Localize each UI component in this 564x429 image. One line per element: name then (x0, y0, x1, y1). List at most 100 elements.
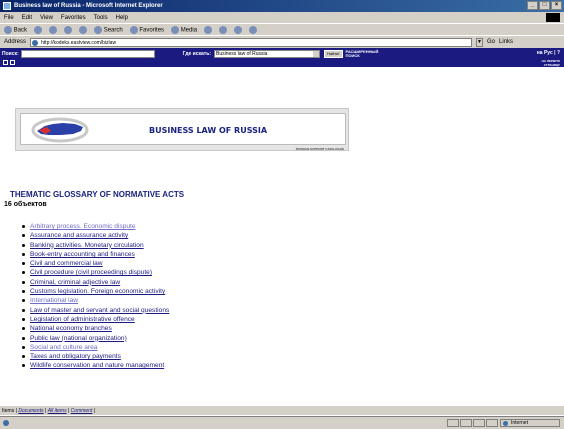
bullet-icon (22, 299, 25, 303)
bullet-icon (22, 243, 25, 247)
topic-link[interactable]: Taxes and obligatory payments (30, 353, 121, 360)
address-dropdown-button[interactable]: ▼ (476, 37, 484, 47)
mail-icon[interactable] (219, 25, 228, 34)
topic-link[interactable]: Wildlife conservation and nature managem… (30, 362, 164, 369)
search-where-value: Business law of Russia (216, 50, 268, 57)
language-and-help: на Рус | ? (536, 50, 560, 56)
bullet-icon (22, 317, 25, 321)
topic-link[interactable]: Arbitrary process. Economic dispute (30, 223, 136, 230)
list-item: Public law (national organization) (22, 334, 169, 343)
menu-bar: File Edit View Favorites Tools Help (0, 12, 564, 23)
print-icon[interactable] (234, 25, 243, 34)
window-controls: _ □ × (527, 1, 562, 10)
sitemap-icon[interactable] (10, 60, 15, 65)
back-label: Back (13, 27, 28, 34)
favorites-button[interactable]: Favorites (129, 25, 165, 34)
menu-edit[interactable]: Edit (22, 15, 32, 21)
list-item: Arbitrary process. Economic dispute (22, 222, 169, 231)
mail-icon[interactable] (3, 60, 8, 65)
site-banner: BUSINESS LAW OF RUSSIA RUSSIAN SUPPORT C… (15, 108, 349, 151)
page-icon (32, 39, 39, 46)
page-status-icon (3, 420, 9, 426)
back-arrow-icon (4, 25, 12, 34)
favorites-label: Favorites (139, 27, 165, 34)
media-label: Media (180, 27, 198, 34)
page-title: THEMATIC GLOSSARY OF NORMATIVE ACTS (10, 190, 185, 199)
site-search-input[interactable] (20, 49, 155, 58)
menu-help[interactable]: Help (116, 15, 128, 21)
topic-link[interactable]: Customs legislation. Foreign economic ac… (30, 288, 165, 295)
address-input[interactable]: http://kodeks.eastview.com/bizlaw (30, 37, 473, 47)
topic-link[interactable]: International law (30, 297, 78, 304)
list-item: International law (22, 296, 169, 305)
advanced-search-link[interactable]: РАСШИРЕННЫЙ ПОИСК (346, 49, 386, 58)
bullet-icon (22, 225, 25, 228)
bullet-icon (22, 308, 25, 312)
list-item: National economy branches (22, 324, 169, 333)
menu-tools[interactable]: Tools (94, 15, 108, 21)
links-button[interactable]: Links (499, 39, 513, 45)
footer-prefix: Items | (2, 408, 17, 414)
search-where-label: Где искать: (182, 50, 211, 57)
refresh-icon[interactable] (64, 25, 73, 34)
language-link[interactable]: на Рус (537, 50, 553, 56)
bullet-icon (22, 364, 25, 368)
page-footer: Items | Documents | All items | Comment … (0, 405, 564, 415)
topic-link[interactable]: Book-entry accounting and finances (30, 251, 135, 258)
list-item: Assurance and assurance activity (22, 231, 169, 240)
topic-link[interactable]: Assurance and assurance activity (30, 232, 128, 239)
media-button[interactable]: Media (171, 25, 198, 34)
status-panel (447, 419, 459, 427)
topic-link[interactable]: Social and culture area (30, 344, 97, 351)
topic-link[interactable]: Legislation of administrative offence (30, 316, 135, 323)
bullet-icon (22, 355, 25, 359)
list-item: Criminal, criminal adjective law (22, 278, 169, 287)
minimize-button[interactable]: _ (527, 1, 538, 10)
edit-icon[interactable] (249, 25, 258, 34)
documents-link[interactable]: Documents (18, 408, 43, 414)
topic-link[interactable]: Criminal, criminal adjective law (30, 279, 120, 286)
chevron-down-icon (313, 50, 319, 57)
topic-link[interactable]: Public law (national organization) (30, 335, 127, 342)
history-icon[interactable] (204, 25, 213, 34)
bullet-icon (22, 271, 25, 275)
status-panels (447, 419, 498, 427)
go-button[interactable]: Go (487, 39, 495, 45)
bullet-icon (22, 290, 25, 294)
bullet-icon (22, 327, 25, 331)
media-icon (171, 25, 180, 34)
site-subbar: НА ПЕРВУЮ СТРАНИЦУ (0, 59, 564, 67)
address-bar: Address http://kodeks.eastview.com/bizla… (0, 35, 564, 48)
list-item: Social and culture area (22, 343, 169, 352)
list-item: Civil procedure (civil proceedings dispu… (22, 268, 169, 277)
search-button[interactable]: Search (94, 25, 123, 34)
topic-link[interactable]: Civil and commercial law (30, 260, 103, 267)
home-icon[interactable] (79, 25, 88, 34)
menu-view[interactable]: View (40, 15, 53, 21)
menu-file[interactable]: File (4, 15, 14, 21)
window-title: Business law of Russia - Microsoft Inter… (14, 3, 163, 9)
list-item: Taxes and obligatory payments (22, 352, 169, 361)
topic-link[interactable]: Law of master and servant and social que… (30, 307, 169, 314)
help-link[interactable]: ? (557, 50, 560, 56)
address-url: http://kodeks.eastview.com/bizlaw (41, 39, 117, 46)
menu-favorites[interactable]: Favorites (61, 15, 86, 21)
topic-link[interactable]: National economy branches (30, 325, 112, 332)
close-button[interactable]: × (551, 1, 562, 10)
comment-link[interactable]: Comment (71, 408, 93, 414)
star-icon (129, 25, 138, 34)
stop-icon[interactable] (49, 25, 58, 34)
topic-link[interactable]: Banking activities. Monetary circulation (30, 242, 144, 249)
find-button[interactable]: Найти! (324, 49, 343, 58)
back-button[interactable]: Back (4, 25, 28, 34)
browser-toolbar: Back Search Favorites Media (0, 23, 564, 35)
topic-link[interactable]: Civil procedure (civil proceedings dispu… (30, 269, 152, 276)
forward-icon[interactable] (34, 25, 43, 34)
maximize-button[interactable]: □ (539, 1, 550, 10)
first-page-link[interactable]: НА ПЕРВУЮ СТРАНИЦУ (530, 59, 560, 67)
topic-list: Arbitrary process. Economic dispute Assu… (22, 222, 169, 371)
russia-map-logo (31, 117, 89, 143)
search-where-select[interactable]: Business law of Russia (214, 49, 320, 58)
all-items-link[interactable]: All items (48, 408, 67, 414)
zone-label: Internet (511, 420, 528, 426)
